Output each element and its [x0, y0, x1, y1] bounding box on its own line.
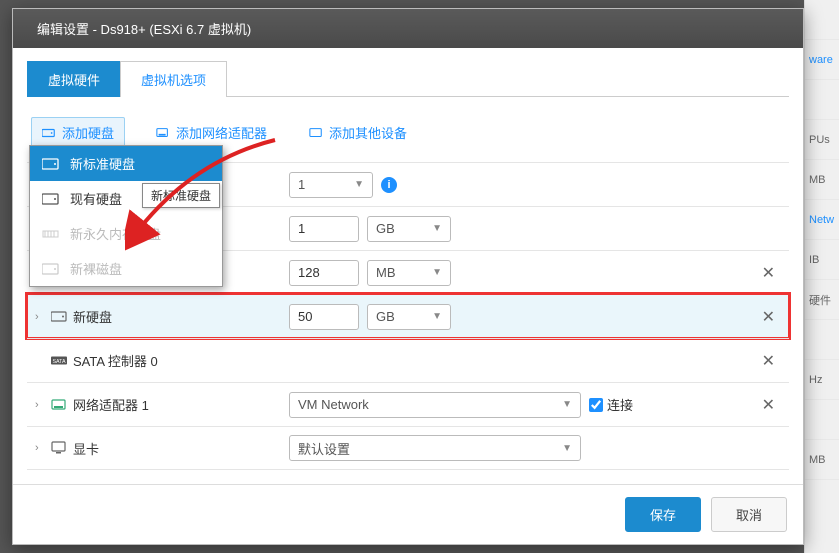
- disk-icon: [42, 126, 56, 140]
- row-video-card: › 显卡 默认设置▼: [27, 426, 789, 470]
- tab-virtual-hardware[interactable]: 虚拟硬件: [27, 61, 121, 97]
- add-nic-label: 添加网络适配器: [176, 123, 267, 142]
- video-setting-select[interactable]: 默认设置▼: [289, 435, 581, 461]
- memory-unit-select[interactable]: GB▼: [367, 216, 451, 242]
- dialog-header: 编辑设置 - Ds918+ (ESXi 6.7 虚拟机): [13, 9, 803, 48]
- disk-icon: [42, 158, 60, 170]
- add-disk-dropdown: 新标准硬盘 现有硬盘 新标准硬盘 新永久内存磁盘 新裸磁盘: [29, 145, 223, 287]
- sata-icon: SATA: [51, 354, 67, 368]
- add-disk-label: 添加硬盘: [62, 123, 114, 142]
- add-other-label: 添加其他设备: [329, 123, 407, 142]
- dropdown-persistent-disk: 新永久内存磁盘: [30, 216, 222, 251]
- dropdown-new-raw-disk: 新裸磁盘: [30, 251, 222, 286]
- chevron-right-icon[interactable]: ›: [35, 399, 45, 411]
- dropdown-existing-disk[interactable]: 现有硬盘 新标准硬盘: [30, 181, 222, 216]
- toolbar: 添加硬盘 添加网络适配器 添加其他设备 新标准硬盘 现有硬盘 新标准硬盘: [27, 111, 789, 162]
- disk-icon: [42, 263, 60, 275]
- cpu-select[interactable]: 1▼: [289, 172, 373, 198]
- background-column: ware PUs MB Netw IB 硬件 Hz MB: [804, 0, 839, 553]
- save-button[interactable]: 保存: [625, 497, 701, 532]
- add-other-button[interactable]: 添加其他设备: [298, 117, 418, 148]
- nic-icon: [51, 398, 67, 412]
- tooltip-new-standard: 新标准硬盘: [142, 183, 220, 208]
- pmem-icon: [42, 228, 60, 240]
- dialog-title: 编辑设置 - Ds918+ (ESXi 6.7 虚拟机): [37, 19, 251, 38]
- disk1-size-input[interactable]: [289, 260, 359, 286]
- add-nic-button[interactable]: 添加网络适配器: [145, 117, 278, 148]
- row-nic-1: › 网络适配器 1 VM Network▼ 连接 ✕: [27, 382, 789, 426]
- nic-network-select[interactable]: VM Network▼: [289, 392, 581, 418]
- nic-connect-checkbox[interactable]: 连接: [589, 395, 633, 414]
- svg-text:SATA: SATA: [52, 358, 66, 364]
- remove-sata-button[interactable]: ✕: [758, 347, 779, 375]
- remove-nic-button[interactable]: ✕: [758, 391, 779, 419]
- remove-disk1-button[interactable]: ✕: [758, 259, 779, 287]
- disk-icon: [51, 310, 67, 324]
- sata-label: SATA 控制器 0: [73, 351, 158, 370]
- monitor-icon: [51, 441, 67, 455]
- memory-input[interactable]: [289, 216, 359, 242]
- dropdown-new-standard-disk[interactable]: 新标准硬盘: [30, 146, 222, 181]
- dialog-footer: 保存 取消: [13, 484, 803, 544]
- newdisk-label: 新硬盘: [73, 307, 112, 326]
- nic-icon: [156, 126, 170, 140]
- disk-icon: [42, 193, 60, 205]
- chevron-right-icon[interactable]: ›: [35, 311, 45, 323]
- other-device-icon: [309, 126, 323, 140]
- disk1-unit-select[interactable]: MB▼: [367, 260, 451, 286]
- info-icon[interactable]: i: [381, 177, 397, 193]
- chevron-right-icon[interactable]: ›: [35, 442, 45, 454]
- edit-settings-dialog: 编辑设置 - Ds918+ (ESXi 6.7 虚拟机) 虚拟硬件 虚拟机选项 …: [12, 8, 804, 545]
- newdisk-unit-select[interactable]: GB▼: [367, 304, 451, 330]
- row-new-disk: › 新硬盘 GB▼ ✕: [27, 294, 789, 338]
- row-sata-controller: › SATA SATA 控制器 0 ✕: [27, 338, 789, 382]
- nic-label: 网络适配器 1: [73, 395, 149, 414]
- remove-newdisk-button[interactable]: ✕: [758, 303, 779, 331]
- add-disk-button[interactable]: 添加硬盘: [31, 117, 125, 148]
- cancel-button[interactable]: 取消: [711, 497, 787, 532]
- newdisk-size-input[interactable]: [289, 304, 359, 330]
- tabs: 虚拟硬件 虚拟机选项: [27, 60, 789, 97]
- video-label: 显卡: [73, 439, 99, 458]
- tab-vm-options[interactable]: 虚拟机选项: [120, 61, 227, 97]
